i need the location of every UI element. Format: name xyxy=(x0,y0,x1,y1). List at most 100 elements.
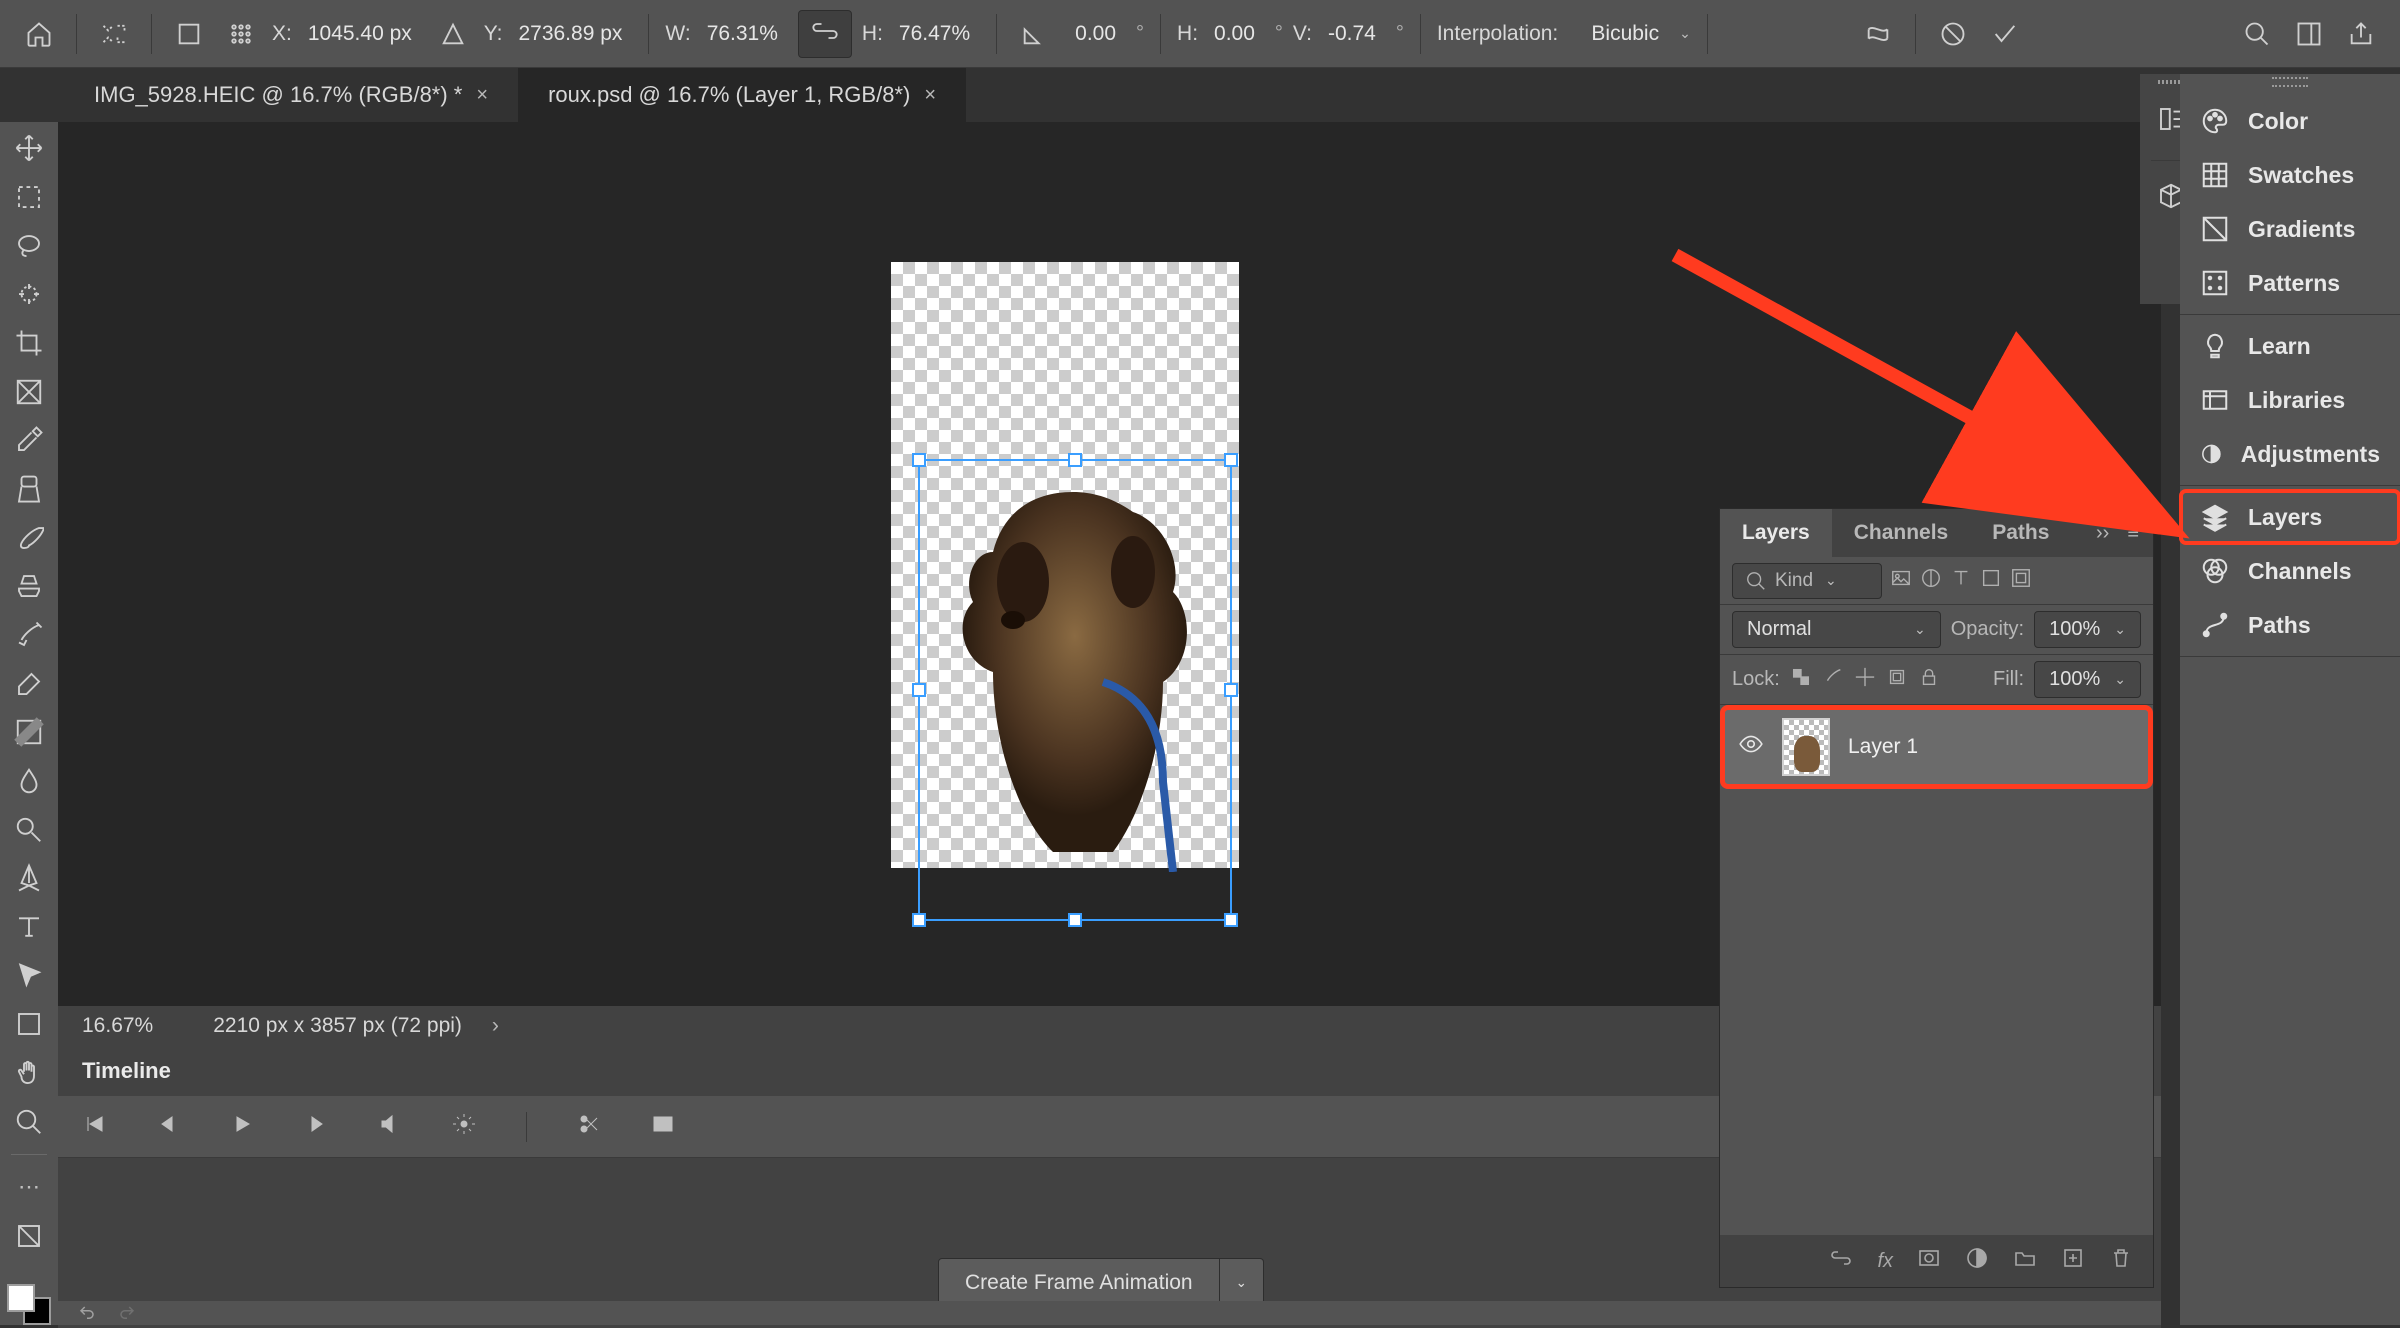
hskew-field[interactable]: H:0.00 xyxy=(1177,18,1265,50)
link-aspect-button[interactable] xyxy=(798,10,852,58)
lock-artboard-icon[interactable] xyxy=(1886,666,1908,694)
panel-libraries[interactable]: Libraries xyxy=(2180,373,2400,427)
quick-select-tool[interactable] xyxy=(7,274,51,315)
layer-row[interactable]: Layer 1 xyxy=(1722,707,2151,787)
fill-field[interactable]: 100%⌄ xyxy=(2034,661,2141,698)
blend-mode-select[interactable]: Normal⌄ xyxy=(1732,611,1941,648)
delete-layer-icon[interactable] xyxy=(2109,1246,2133,1276)
filter-smart-icon[interactable] xyxy=(2010,567,2032,595)
workspace-icon[interactable] xyxy=(2288,13,2330,55)
panel-learn[interactable]: Learn xyxy=(2180,319,2400,373)
panel-gradients[interactable]: Gradients xyxy=(2180,202,2400,256)
layer-name[interactable]: Layer 1 xyxy=(1848,735,1918,759)
panel-swatches[interactable]: Swatches xyxy=(2180,148,2400,202)
panel-patterns[interactable]: Patterns xyxy=(2180,256,2400,310)
group-layers-icon[interactable] xyxy=(2013,1246,2037,1276)
prev-frame-button[interactable] xyxy=(156,1112,180,1142)
history-brush-tool[interactable] xyxy=(7,615,51,656)
blur-tool[interactable] xyxy=(7,761,51,802)
y-field[interactable]: Y:2736.89 px xyxy=(484,18,633,50)
panel-menu-icon[interactable]: ≡ xyxy=(2127,522,2139,545)
marquee-tool[interactable] xyxy=(7,177,51,218)
color-mode-icon[interactable] xyxy=(7,1216,51,1257)
lasso-tool[interactable] xyxy=(7,225,51,266)
mute-button[interactable] xyxy=(378,1112,402,1142)
gradient-tool[interactable] xyxy=(7,712,51,753)
crop-tool[interactable] xyxy=(7,323,51,364)
undo-icon[interactable] xyxy=(76,1304,98,1322)
lock-transparency-icon[interactable] xyxy=(1790,666,1812,694)
transition-button[interactable] xyxy=(651,1112,675,1142)
dodge-tool[interactable] xyxy=(7,809,51,850)
w-field[interactable]: W:76.31% xyxy=(665,18,788,50)
close-tab-icon[interactable]: × xyxy=(924,84,936,107)
search-icon[interactable] xyxy=(2236,13,2278,55)
commit-transform-button[interactable] xyxy=(1984,13,2026,55)
move-tool[interactable] xyxy=(7,128,51,169)
document-tab[interactable]: roux.psd @ 16.7% (Layer 1, RGB/8*)× xyxy=(518,68,966,122)
close-tab-icon[interactable]: × xyxy=(476,84,488,107)
lock-position-icon[interactable] xyxy=(1854,666,1876,694)
brush-tool[interactable] xyxy=(7,517,51,558)
document-tab[interactable]: IMG_5928.HEIC @ 16.7% (RGB/8*) *× xyxy=(64,68,518,122)
home-button[interactable] xyxy=(18,13,60,55)
filter-adjust-icon[interactable] xyxy=(1920,567,1942,595)
delta-icon[interactable] xyxy=(432,13,474,55)
eraser-tool[interactable] xyxy=(7,663,51,704)
share-icon[interactable] xyxy=(2340,13,2382,55)
reference-point-icon[interactable] xyxy=(93,13,135,55)
filter-shape-icon[interactable] xyxy=(1980,567,2002,595)
channels-tab[interactable]: Channels xyxy=(1832,509,1971,557)
panel-adjustments[interactable]: Adjustments xyxy=(2180,427,2400,481)
new-layer-icon[interactable] xyxy=(2061,1246,2085,1276)
square-icon[interactable] xyxy=(168,13,210,55)
link-layers-icon[interactable] xyxy=(1829,1246,1853,1276)
clone-stamp-tool[interactable] xyxy=(7,566,51,607)
edit-toolbar-icon[interactable]: ⋯ xyxy=(7,1167,51,1208)
lock-paint-icon[interactable] xyxy=(1822,666,1844,694)
zoom-tool[interactable] xyxy=(7,1101,51,1142)
layer-thumbnail[interactable] xyxy=(1782,718,1830,776)
split-clip-button[interactable] xyxy=(577,1112,601,1142)
filter-type-icon[interactable] xyxy=(1950,567,1972,595)
status-menu-chevron-icon[interactable]: › xyxy=(492,1014,499,1038)
eyedropper-tool[interactable] xyxy=(7,420,51,461)
filter-pixel-icon[interactable] xyxy=(1890,567,1912,595)
frame-tool[interactable] xyxy=(7,371,51,412)
healing-brush-tool[interactable] xyxy=(7,469,51,510)
opacity-field[interactable]: 100%⌄ xyxy=(2034,611,2141,648)
shape-tool[interactable] xyxy=(7,1004,51,1045)
panel-channels[interactable]: Channels xyxy=(2180,544,2400,598)
cancel-transform-button[interactable] xyxy=(1932,13,1974,55)
visibility-toggle-icon[interactable] xyxy=(1738,731,1764,763)
collapse-panel-icon[interactable]: ›› xyxy=(2096,522,2109,545)
vskew-field[interactable]: V:-0.74 xyxy=(1293,18,1386,50)
paths-tab[interactable]: Paths xyxy=(1970,509,2071,557)
redo-icon[interactable] xyxy=(116,1304,138,1322)
hand-tool[interactable] xyxy=(7,1053,51,1094)
timeline-settings-icon[interactable] xyxy=(452,1112,476,1142)
grid-dots-icon[interactable] xyxy=(220,13,262,55)
layers-tab[interactable]: Layers xyxy=(1720,509,1832,557)
interpolation-field[interactable]: Interpolation: Bicubic⌄ xyxy=(1437,18,1691,50)
warp-mode-icon[interactable] xyxy=(1857,13,1899,55)
zoom-level[interactable]: 16.67% xyxy=(82,1014,153,1038)
path-select-tool[interactable] xyxy=(7,955,51,996)
panel-layers[interactable]: Layers xyxy=(2180,490,2400,544)
add-mask-icon[interactable] xyxy=(1917,1246,1941,1276)
type-tool[interactable] xyxy=(7,907,51,948)
play-button[interactable] xyxy=(230,1112,254,1142)
next-frame-button[interactable] xyxy=(304,1112,328,1142)
panel-paths[interactable]: Paths xyxy=(2180,598,2400,652)
x-field[interactable]: X:1045.40 px xyxy=(272,18,422,50)
layer-fx-icon[interactable]: fx xyxy=(1877,1250,1893,1273)
color-swatches[interactable] xyxy=(7,1284,51,1325)
lock-all-icon[interactable] xyxy=(1918,666,1940,694)
document-dimensions[interactable]: 2210 px x 3857 px (72 ppi) xyxy=(213,1014,462,1038)
h-field[interactable]: H:76.47% xyxy=(862,18,980,50)
first-frame-button[interactable] xyxy=(82,1112,106,1142)
angle-field[interactable]: 0.00 xyxy=(1065,18,1126,50)
filter-kind-select[interactable]: Kind⌄ xyxy=(1732,563,1882,599)
panel-color[interactable]: Color xyxy=(2180,94,2400,148)
adjustment-layer-icon[interactable] xyxy=(1965,1246,1989,1276)
